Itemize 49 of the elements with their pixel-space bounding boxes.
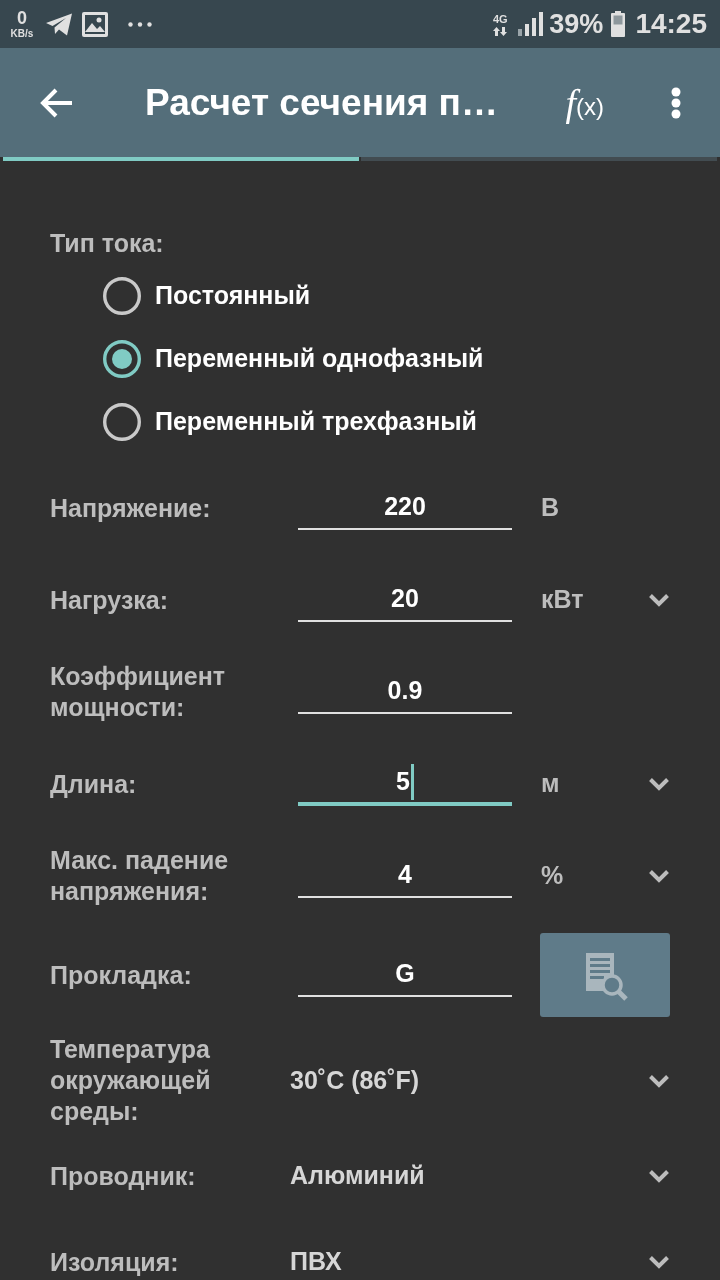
field-label: Температура окружающей среды: [50,1035,211,1125]
field-label: Изоляция: [50,1247,179,1276]
battery-percentage: 39% [549,8,604,40]
input-field[interactable]: 0.9 [298,670,512,714]
chevron-down-icon [648,593,670,607]
input-field[interactable]: 5 [298,762,512,806]
field-label: Проводник: [50,1161,196,1190]
field-label: Коэффициент мощности: [50,662,226,721]
back-arrow-icon [39,87,73,118]
dropdown[interactable]: 30˚C (86˚F) [290,1065,670,1096]
field-label: Макс. падение напряжения: [50,846,229,905]
signal-icon [518,12,546,36]
field-label: Прокладка: [50,960,192,989]
unit-dropdown[interactable]: % [541,854,670,898]
unit-dropdown[interactable]: кВт [541,578,670,622]
paper-plane-icon [45,12,73,36]
chevron-down-icon [648,777,670,791]
field-label: Тип тока: [50,229,164,257]
net-speed-value: 0 [17,9,27,28]
field-label: Нагрузка: [50,585,169,614]
unit-label: В [541,492,560,524]
input-field[interactable]: 220 [298,486,512,530]
dropdown[interactable]: Алюминий [290,1160,670,1192]
input-field[interactable]: G [298,953,512,997]
chevron-down-icon [648,1169,670,1183]
text-cursor-icon [410,764,414,800]
more-dots-icon [128,21,152,27]
radio-option[interactable]: Переменный трехфазный [103,390,477,453]
radio-option[interactable]: Постоянный [103,264,311,327]
input-field[interactable]: 4 [298,854,512,898]
data-arrows-icon [493,26,508,36]
input-field[interactable]: 20 [298,578,512,622]
formula-button[interactable]: f(x) [557,74,612,131]
more-vertical-icon [671,86,681,119]
field-label: Длина: [50,769,137,798]
chevron-down-icon [648,1255,670,1269]
field-label: Напряжение: [50,493,211,522]
clock-time: 14:25 [635,8,707,40]
net-speed-unit: KB/s [10,28,34,39]
battery-icon [611,11,626,37]
network-type: 4G [493,12,508,25]
radio-option[interactable]: Переменный однофазный [103,327,484,390]
lookup-button[interactable] [540,933,670,1017]
image-icon [82,11,108,37]
screen-title: Расчет сечения п… [145,81,498,123]
dropdown[interactable]: ПВХ [290,1246,670,1278]
chevron-down-icon [648,1073,670,1088]
unit-dropdown[interactable]: м [541,762,670,806]
chevron-down-icon [648,869,670,883]
